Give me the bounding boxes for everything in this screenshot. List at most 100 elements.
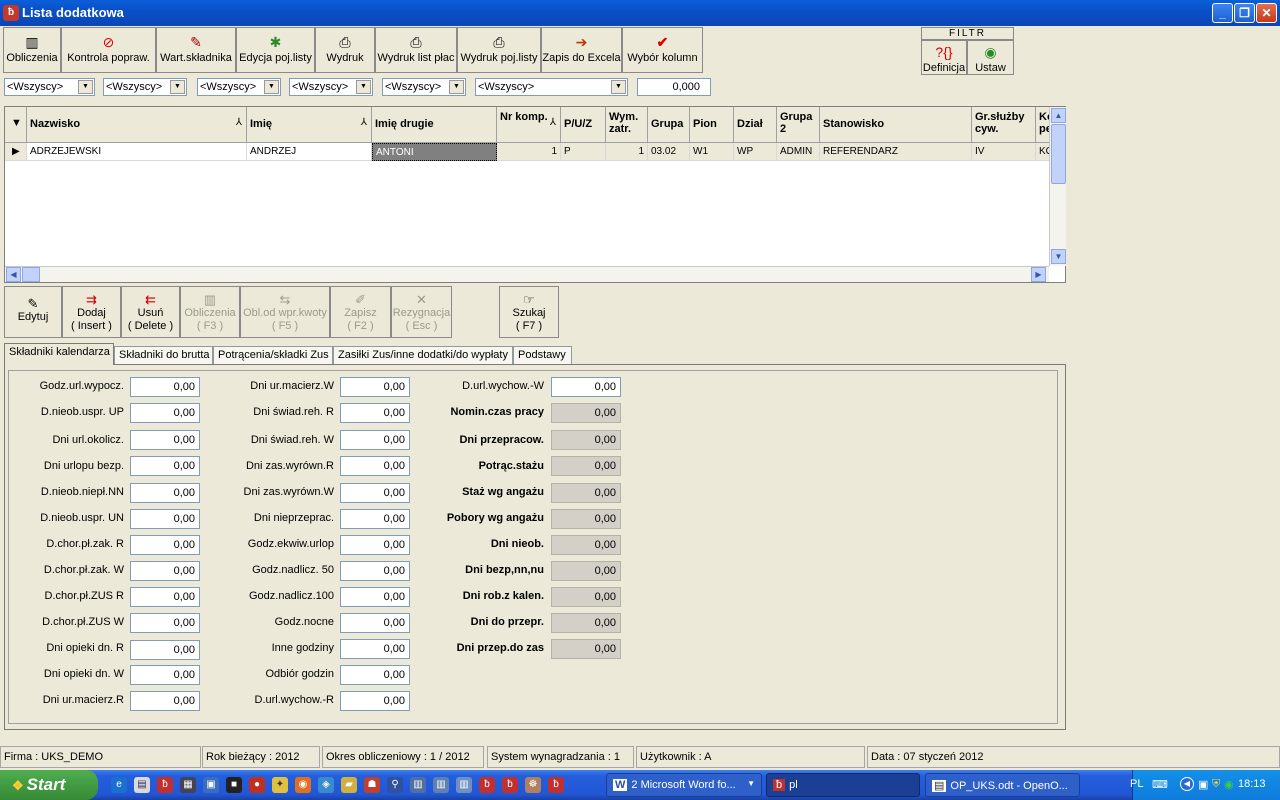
table-cell[interactable]: ADMIN [777, 143, 820, 161]
field-input[interactable]: 0,00 [340, 665, 410, 685]
search-button[interactable]: ☞ Szukaj( F7 ) [499, 286, 559, 338]
field-input[interactable]: 0,00 [340, 430, 410, 450]
scroll-right-icon[interactable]: ▶ [1031, 267, 1046, 282]
pin-shortcut-icon[interactable]: ⚲ [387, 777, 403, 793]
column-header-ko[interactable]: Ko pe [1036, 107, 1050, 143]
chevron-down-icon[interactable]: ▼ [356, 80, 371, 94]
app-logo-icon[interactable]: ƀ [3, 5, 19, 21]
task-pl[interactable]: ƀ pl [766, 773, 920, 797]
app6-shortcut-icon[interactable]: ƀ [548, 777, 564, 793]
column-header-nr-komp[interactable]: Nr komp. ⅄ [497, 107, 561, 143]
tab-podstawy[interactable]: Podstawy [513, 346, 572, 364]
scroll-thumb[interactable] [1051, 124, 1066, 184]
field-input[interactable]: 0,00 [551, 377, 621, 397]
edit-button[interactable]: ✎ Edytuj [4, 286, 62, 338]
filter-select-1[interactable]: <Wszyscy> ▼ [4, 78, 95, 96]
keyboard-icon[interactable]: ⌨ [1152, 778, 1168, 791]
field-input[interactable]: 0,00 [130, 403, 200, 423]
filter-apply-button[interactable]: ◉ Ustaw [967, 40, 1014, 75]
table-cell[interactable]: W1 [690, 143, 734, 161]
chevron-down-icon[interactable]: ▼ [449, 80, 464, 94]
field-input[interactable]: 0,00 [340, 535, 410, 555]
field-input[interactable]: 0,00 [130, 665, 200, 685]
status-icon[interactable]: ◉ [1224, 778, 1234, 791]
column-header-wym-zatr[interactable]: Wym. zatr. [606, 107, 648, 143]
calculate-amount-button[interactable]: ⇆ Obl.od wpr.kwoty( F5 ) [240, 286, 330, 338]
field-input[interactable]: 0,00 [340, 403, 410, 423]
toolbar-button-wybor-kolumn[interactable]: ✔ Wybór kolumn [622, 27, 703, 73]
app-shortcut-icon[interactable]: ƀ [157, 777, 173, 793]
toolbar-button-zapis-excel[interactable]: ➔ Zapis do Excela [541, 27, 622, 73]
table-cell-selected[interactable]: ANTONI [372, 143, 497, 161]
field-input[interactable]: 0,00 [340, 639, 410, 659]
tab-zasilki-zus[interactable]: Zasiłki Zus/inne dodatki/do wypłaty [333, 346, 513, 364]
filter-select-3[interactable]: <Wszyscy> ▼ [197, 78, 281, 96]
media-shortcut-icon[interactable]: ● [249, 777, 265, 793]
minimize-button[interactable]: _ [1212, 3, 1233, 23]
table-cell[interactable]: ADRZEJEWSKI [27, 143, 247, 161]
employee-grid[interactable]: ▼ Nazwisko ⅄ Imię ⅄ Imię drugie Nr komp. ⅄ … [4, 106, 1066, 283]
scroll-thumb-horizontal[interactable] [22, 267, 40, 282]
calculate-button[interactable]: ▥ Obliczenia( F3 ) [180, 286, 240, 338]
field-input[interactable]: 0,00 [340, 483, 410, 503]
calculator-shortcut-icon[interactable]: ▦ [180, 777, 196, 793]
tab-skladniki-do-brutta[interactable]: Składniki do brutta [114, 346, 213, 364]
field-input[interactable]: 0,00 [130, 509, 200, 529]
delete-button[interactable]: ⇇ Usuń( Delete ) [121, 286, 180, 338]
filter-select-6[interactable]: <Wszyscy> ▼ [475, 78, 628, 96]
toolbar-button-kontrola[interactable]: ⊘ Kontrola popraw. [61, 27, 156, 73]
column-header-imie-drugie[interactable]: Imię drugie [372, 107, 497, 143]
tab-potracenia-skladki-zus[interactable]: Potrącenia/składki Zus [213, 346, 333, 364]
column-header-imie[interactable]: Imię ⅄ [247, 107, 372, 143]
row-indicator-header[interactable]: ▼ [5, 107, 27, 143]
window-shortcut-icon[interactable]: ▣ [203, 777, 219, 793]
task-openoffice[interactable]: ▤ OP_UKS.odt - OpenO... [925, 773, 1080, 797]
column-header-puz[interactable]: P/U/Z [561, 107, 606, 143]
toolbar-button-wydruk[interactable]: ⎙ Wydruk [315, 27, 375, 73]
doc3-shortcut-icon[interactable]: ▥ [456, 777, 472, 793]
table-cell[interactable]: KO [1036, 143, 1050, 161]
app5-shortcut-icon[interactable]: ☸ [525, 777, 541, 793]
filter-select-5[interactable]: <Wszyscy> ▼ [382, 78, 466, 96]
task-word[interactable]: W2 Microsoft Word fo... ▼ [606, 773, 762, 797]
tab-skladniki-kalendarza[interactable]: Składniki kalendarza [4, 343, 114, 365]
doc-shortcut-icon[interactable]: ▥ [410, 777, 426, 793]
field-input[interactable]: 0,00 [130, 691, 200, 711]
table-cell[interactable]: REFERENDARZ [820, 143, 972, 161]
scroll-down-icon[interactable]: ▼ [1051, 249, 1066, 264]
network-icon[interactable]: ▣ [1198, 778, 1208, 791]
table-cell[interactable]: P [561, 143, 606, 161]
column-header-grupa[interactable]: Grupa [648, 107, 690, 143]
field-input[interactable]: 0,00 [340, 587, 410, 607]
chevron-down-icon[interactable]: ▼ [78, 80, 93, 94]
field-input[interactable]: 0,00 [130, 640, 200, 660]
terminal-shortcut-icon[interactable]: ■ [226, 777, 242, 793]
field-input[interactable]: 0,00 [130, 613, 200, 633]
doc2-shortcut-icon[interactable]: ▥ [433, 777, 449, 793]
network-shortcut-icon[interactable]: ◈ [318, 777, 334, 793]
field-input[interactable]: 0,00 [340, 509, 410, 529]
scroll-left-icon[interactable]: ◀ [6, 267, 21, 282]
field-input[interactable]: 0,00 [130, 535, 200, 555]
close-button[interactable]: ✕ [1256, 3, 1277, 23]
table-cell[interactable]: IV [972, 143, 1036, 161]
table-cell[interactable]: ANDRZEJ [247, 143, 372, 161]
field-input[interactable]: 0,00 [130, 456, 200, 476]
field-input[interactable]: 0,00 [130, 587, 200, 607]
app4-shortcut-icon[interactable]: ƀ [502, 777, 518, 793]
tool-shortcut-icon[interactable]: ✦ [272, 777, 288, 793]
column-header-gr-sluzby[interactable]: Gr.służby cyw. [972, 107, 1036, 143]
chevron-down-icon[interactable]: ▼ [611, 80, 626, 94]
table-cell[interactable]: WP [734, 143, 777, 161]
row-pointer-icon[interactable]: ▶ [5, 143, 27, 161]
column-header-pion[interactable]: Pion [690, 107, 734, 143]
security-icon[interactable]: ⛨ [1212, 778, 1220, 791]
cancel-button[interactable]: ✕ Rezygnacja( Esc ) [391, 286, 452, 338]
vertical-scrollbar[interactable]: ▲ ▼ [1049, 107, 1066, 266]
field-input[interactable]: 0,00 [130, 430, 200, 450]
chevron-down-icon[interactable]: ▼ [170, 80, 185, 94]
horizontal-scrollbar[interactable]: ◀ ▶ [5, 266, 1049, 282]
toolbar-button-edycja-listy[interactable]: ✱ Edycja poj.listy [236, 27, 315, 73]
language-indicator[interactable]: PL [1130, 778, 1143, 790]
field-input[interactable]: 0,00 [340, 377, 410, 397]
